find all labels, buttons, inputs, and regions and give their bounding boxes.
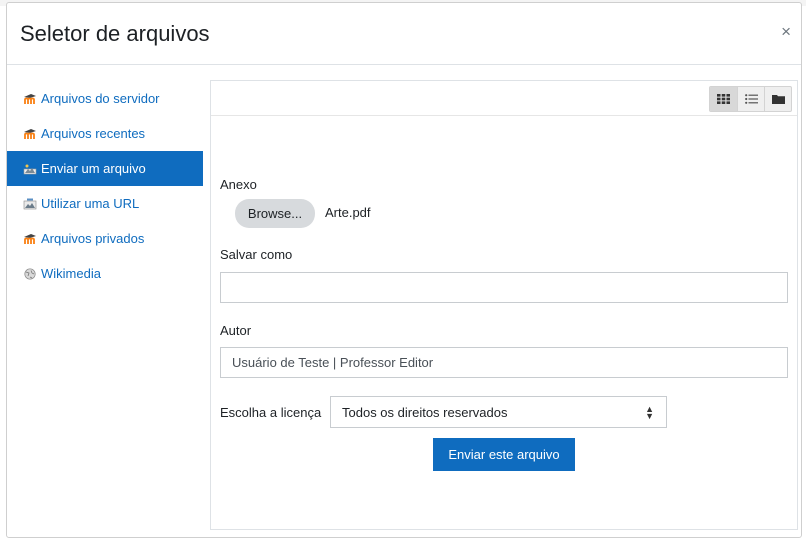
grid-view-button[interactable]: [710, 87, 737, 111]
save-as-input[interactable]: [220, 272, 788, 303]
upload-icon: [23, 164, 37, 174]
dialog-title: Seletor de arquivos: [20, 21, 210, 46]
dialog-header: Seletor de arquivos ×: [7, 3, 801, 65]
moodle-icon: [24, 128, 36, 139]
sidebar-item-label: Wikimedia: [41, 266, 101, 281]
selected-filename: Arte.pdf: [325, 205, 371, 220]
url-icon: [23, 198, 37, 209]
moodle-icon: [24, 93, 36, 104]
license-select[interactable]: Todos os direitos reservados ▲ ▼: [330, 396, 667, 428]
sidebar-item-label: Enviar um arquivo: [41, 161, 146, 176]
sidebar-item-label: Utilizar uma URL: [41, 196, 140, 211]
select-arrows-icon: ▲ ▼: [645, 404, 654, 421]
sidebar-item-label: Arquivos recentes: [41, 126, 146, 141]
sidebar-item-use-url[interactable]: Utilizar uma URL: [7, 186, 203, 221]
browse-button[interactable]: Browse...: [235, 199, 315, 228]
sidebar-item-server-files[interactable]: Arquivos do servidor: [7, 81, 203, 116]
upload-file-button[interactable]: Enviar este arquivo: [433, 438, 575, 471]
folder-view-icon: [771, 95, 785, 104]
moodle-icon: [24, 233, 36, 244]
sidebar-item-upload-file[interactable]: Enviar um arquivo: [7, 151, 203, 186]
close-button[interactable]: ×: [781, 23, 791, 40]
file-picker-dialog: Seletor de arquivos × Arquivos do servid…: [6, 2, 802, 538]
sidebar-item-private-files[interactable]: Arquivos privados: [7, 221, 203, 256]
save-as-label: Salvar como: [220, 247, 293, 262]
sidebar-item-label: Arquivos privados: [41, 231, 145, 246]
list-view-button[interactable]: [737, 87, 764, 111]
folder-view-button[interactable]: [764, 87, 791, 111]
view-toolbar: [211, 81, 797, 116]
author-input[interactable]: [220, 347, 788, 378]
view-switcher: [709, 86, 792, 112]
repository-sidebar: Arquivos do servidor Arquivos recentes E…: [7, 81, 203, 291]
list-view-icon: [744, 94, 758, 104]
attachment-label: Anexo: [220, 177, 257, 192]
upload-panel: Anexo Browse... Arte.pdf Salvar como Aut…: [210, 80, 798, 530]
sidebar-item-label: Arquivos do servidor: [41, 91, 160, 106]
wikimedia-icon: [24, 267, 36, 280]
author-label: Autor: [220, 323, 252, 338]
license-label: Escolha a licença: [220, 405, 322, 420]
sidebar-item-recent-files[interactable]: Arquivos recentes: [7, 116, 203, 151]
license-selected-value: Todos os direitos reservados: [342, 404, 508, 420]
grid-view-icon: [717, 94, 730, 104]
sidebar-item-wikimedia[interactable]: Wikimedia: [7, 256, 203, 291]
